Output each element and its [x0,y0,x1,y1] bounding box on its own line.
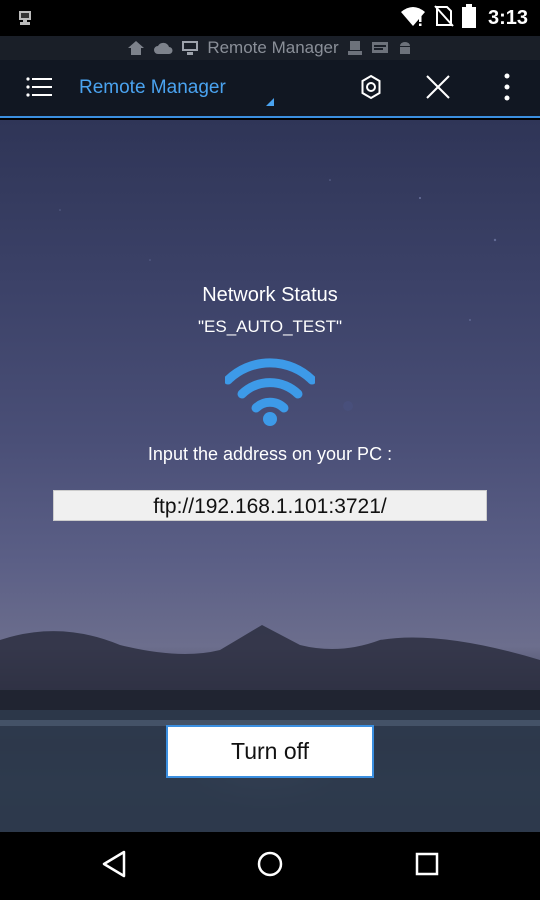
remote-manager-icon[interactable] [181,40,199,56]
close-icon [425,74,451,105]
back-icon [101,850,127,883]
toolbar-title[interactable]: Remote Manager [79,77,226,99]
recents-icon [414,851,440,882]
network-status-title: Network Status [202,284,338,306]
more-icon [503,73,511,106]
dropdown-caret-icon[interactable] [266,98,274,106]
toolbar: Remote Manager [0,60,540,118]
turn-off-button[interactable]: Turn off [166,725,374,778]
remote-manager-notification-icon [16,9,34,27]
address-instruction: Input the address on your PC : [147,444,393,464]
window-title: Remote Manager [207,38,339,57]
more-options-button[interactable] [488,70,526,108]
settings-button[interactable] [352,70,390,108]
background-landscape [0,625,540,832]
home-circle-icon [256,850,284,883]
remote-manager-panel: Network Status "ES_AUTO_TEST" Input the … [0,120,540,832]
android-icon[interactable] [397,40,413,56]
window-strip: Remote Manager [0,36,540,60]
close-button[interactable] [419,70,457,108]
user-icon[interactable] [347,40,363,56]
cloud-icon[interactable] [153,41,173,55]
menu-icon [25,75,53,104]
home-icon[interactable] [127,40,145,56]
wifi-signal-icon [400,5,426,32]
recents-button[interactable] [407,846,447,886]
ftp-address-field[interactable]: ftp://192.168.1.101:3721/ [53,490,487,521]
status-bar: 3:13 [0,0,540,36]
home-button[interactable] [250,846,290,886]
message-icon[interactable] [371,40,389,56]
settings-icon [358,74,384,105]
no-sim-icon [434,4,454,32]
network-ssid: "ES_AUTO_TEST" [197,317,343,336]
system-navigation-bar [0,832,540,900]
back-button[interactable] [94,846,134,886]
menu-button[interactable] [20,72,58,106]
wifi-icon [225,358,315,426]
battery-icon [461,3,476,33]
clock: 3:13 [487,6,528,29]
